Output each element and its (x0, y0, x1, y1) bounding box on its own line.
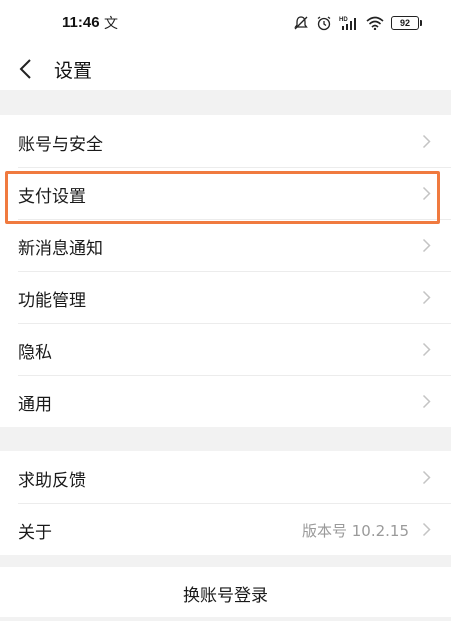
chevron-right-icon (422, 186, 431, 201)
settings-group-support: 求助反馈 关于 版本号 10.2.15 (0, 451, 451, 555)
settings-item-label: 功能管理 (18, 291, 86, 311)
switch-account-button[interactable]: 换账号登录 (0, 567, 451, 617)
chevron-right-icon (422, 134, 431, 149)
settings-item-label: 隐私 (18, 343, 52, 363)
chevron-right-icon (422, 470, 431, 485)
nav-bar: 设置 (0, 46, 451, 90)
settings-item-label: 支付设置 (18, 187, 86, 207)
chevron-right-icon (422, 238, 431, 253)
settings-item-features[interactable]: 功能管理 (0, 271, 451, 323)
switch-account-label: 换账号登录 (183, 586, 268, 606)
settings-item-notifications[interactable]: 新消息通知 (0, 219, 451, 271)
settings-item-about[interactable]: 关于 版本号 10.2.15 (0, 503, 451, 555)
settings-item-help-feedback[interactable]: 求助反馈 (0, 451, 451, 503)
settings-item-payment[interactable]: 支付设置 (0, 167, 451, 219)
settings-item-label: 求助反馈 (18, 471, 86, 491)
mute-icon (293, 15, 309, 31)
settings-item-label: 通用 (18, 395, 52, 415)
chevron-right-icon (422, 290, 431, 305)
chevron-right-icon (422, 394, 431, 409)
status-icons: HD 92 (293, 13, 422, 33)
chevron-right-icon (422, 522, 431, 537)
settings-item-privacy[interactable]: 隐私 (0, 323, 451, 375)
message-notification-icon: 文 (104, 16, 118, 32)
settings-item-label: 关于 (18, 523, 52, 543)
wifi-icon (366, 16, 384, 30)
cellular-signal-icon: HD (339, 15, 359, 31)
settings-group-main: 账号与安全 支付设置 新消息通知 功能管理 隐私 通用 (0, 115, 451, 427)
status-bar: 11:46 文 HD 92 (0, 0, 451, 46)
page-title: 设置 (54, 60, 93, 82)
back-button[interactable] (10, 48, 46, 88)
status-time: 11:46 (62, 14, 100, 31)
settings-item-label: 账号与安全 (18, 135, 103, 155)
version-number: 版本号 10.2.15 (301, 522, 409, 540)
battery-icon: 92 (391, 16, 422, 30)
settings-item-label: 新消息通知 (18, 239, 103, 259)
back-arrow-icon (19, 59, 31, 79)
signal-hd-label: HD (339, 17, 348, 23)
alarm-icon (316, 15, 332, 31)
settings-item-general[interactable]: 通用 (0, 375, 451, 427)
settings-item-account-security[interactable]: 账号与安全 (0, 115, 451, 167)
chevron-right-icon (422, 342, 431, 357)
